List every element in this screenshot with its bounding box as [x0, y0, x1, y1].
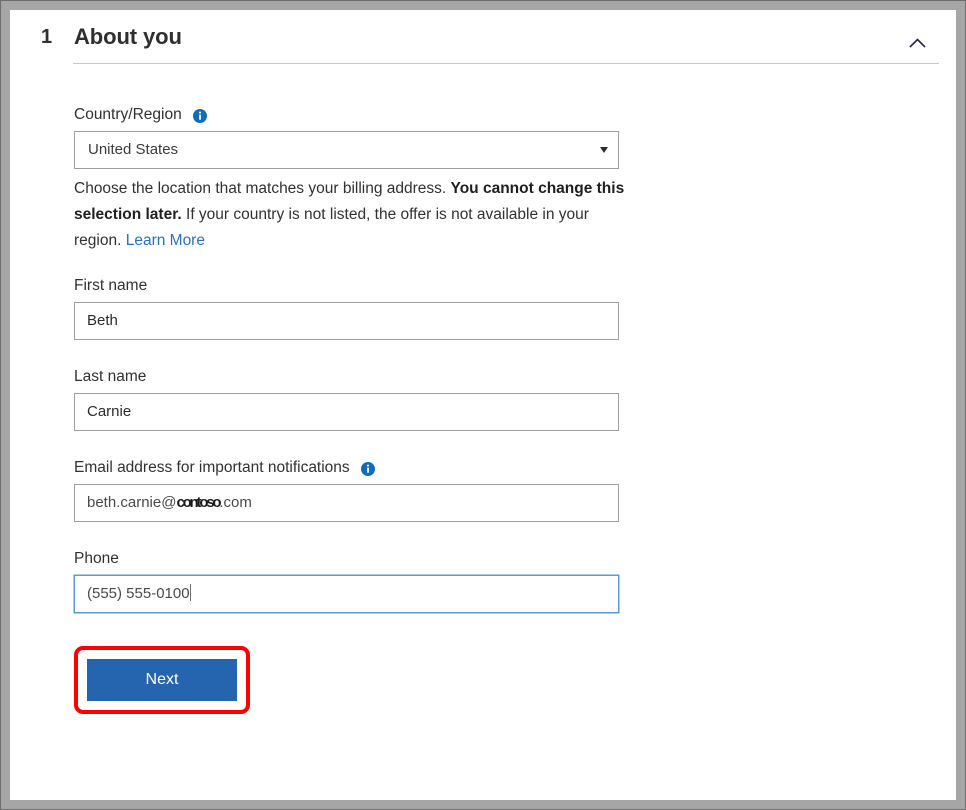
country-region-label: Country/Region [74, 105, 634, 125]
email-label: Email address for important notification… [74, 458, 634, 478]
email-input[interactable]: beth.carnie@contoso.com [74, 484, 619, 522]
info-icon[interactable] [193, 109, 207, 123]
page-title: About you [74, 24, 182, 50]
country-region-select[interactable]: United States [74, 131, 619, 169]
phone-input[interactable]: (555) 555-0100 [74, 575, 619, 613]
text-cursor [190, 584, 191, 601]
country-region-helper-text: Choose the location that matches your bi… [74, 176, 626, 254]
last-name-value: Carnie [87, 403, 131, 420]
email-value-suffix: .com [219, 494, 252, 511]
last-name-label: Last name [74, 367, 634, 387]
first-name-label: First name [74, 276, 634, 296]
email-value-prefix: beth.carnie@ [87, 494, 176, 511]
about-you-form: Country/Region United States Choose the [74, 105, 634, 613]
phone-label-text: Phone [74, 549, 119, 569]
section-header: 1 About you [10, 10, 956, 68]
phone-field: Phone (555) 555-0100 [74, 549, 634, 613]
country-region-field: Country/Region United States Choose the [74, 105, 634, 254]
info-icon[interactable] [361, 462, 375, 476]
last-name-input[interactable]: Carnie [74, 393, 619, 431]
step-number: 1 [41, 26, 52, 49]
phone-label: Phone [74, 549, 634, 569]
first-name-input[interactable]: Beth [74, 302, 619, 340]
collapse-section-button[interactable] [902, 30, 932, 56]
email-field: Email address for important notification… [74, 458, 634, 522]
country-region-selected-value: United States [88, 132, 178, 168]
helper-text-part1: Choose the location that matches your bi… [74, 180, 451, 197]
chevron-down-icon [600, 147, 608, 153]
email-value-redacted: contoso [176, 494, 219, 511]
first-name-label-text: First name [74, 276, 147, 296]
about-you-panel: 1 About you Country/Region [10, 10, 956, 800]
learn-more-link[interactable]: Learn More [126, 232, 205, 249]
phone-value: (555) 555-0100 [87, 585, 190, 602]
last-name-field: Last name Carnie [74, 367, 634, 431]
first-name-field: First name Beth [74, 276, 634, 340]
email-label-text: Email address for important notification… [74, 458, 350, 478]
last-name-label-text: Last name [74, 367, 146, 387]
country-region-label-text: Country/Region [74, 105, 182, 125]
header-divider [73, 63, 939, 64]
next-button-region: Next [74, 646, 274, 718]
next-button[interactable]: Next [87, 659, 237, 701]
first-name-value: Beth [87, 312, 118, 329]
chevron-up-icon [909, 35, 926, 52]
screenshot-frame: 1 About you Country/Region [0, 0, 966, 810]
